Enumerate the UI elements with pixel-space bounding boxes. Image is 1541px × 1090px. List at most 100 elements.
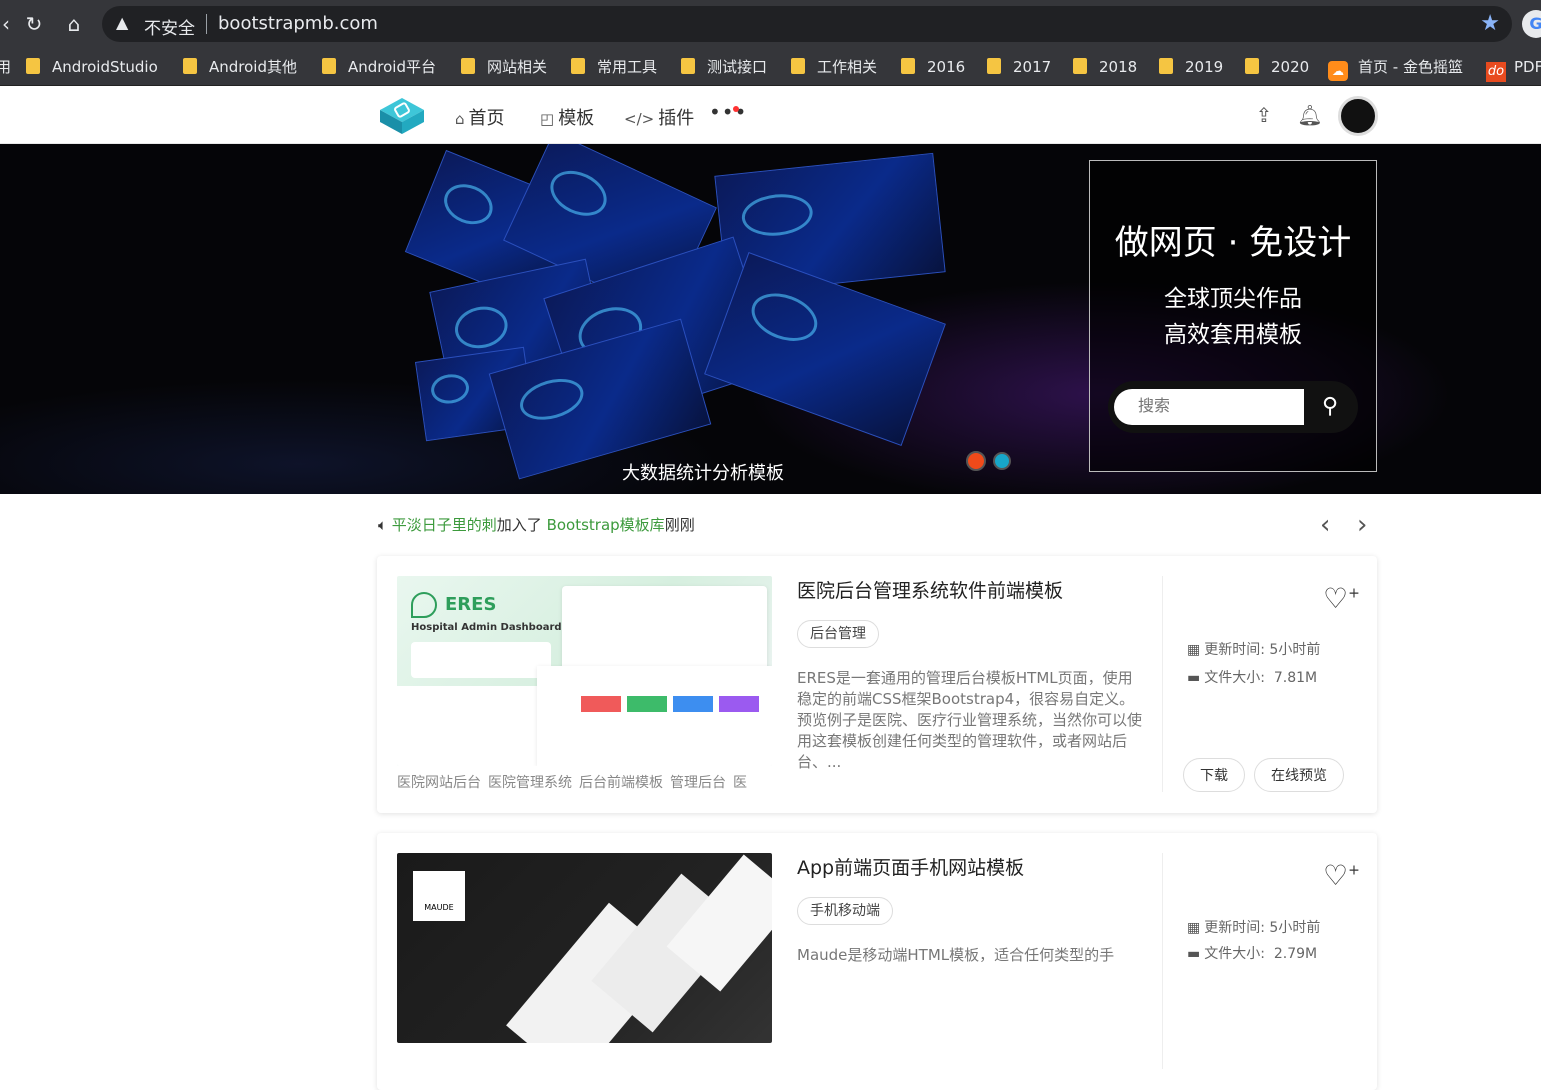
bookmark-label: 2018: [1099, 58, 1138, 76]
bookmark-folder-partial[interactable]: 用: [0, 56, 11, 78]
download-button[interactable]: 下载: [1183, 758, 1245, 792]
bell-icon[interactable]: 🔔︎: [1297, 102, 1323, 128]
nav-plugins[interactable]: </> 插件: [624, 104, 694, 130]
bookmark-link[interactable]: ☁ 首页 - 金色摇篮: [1328, 56, 1463, 81]
thumb-stat-red: [581, 696, 621, 712]
file-size: ▬ 文件大小: 7.81M: [1187, 667, 1317, 687]
folder-icon: [901, 58, 915, 74]
ticker-target[interactable]: Bootstrap模板库: [547, 516, 665, 534]
bookmark-folder[interactable]: 2019: [1159, 56, 1223, 78]
file-size: ▬ 文件大小: 2.79M: [1187, 943, 1317, 963]
thumb-panel: [562, 586, 767, 676]
code-icon: </>: [624, 110, 655, 128]
promo-line-2: 高效套用模板: [1164, 322, 1302, 348]
reload-icon[interactable]: ↻: [20, 10, 48, 38]
card-divider: [1162, 853, 1163, 1069]
nav-home[interactable]: ⌂ 首页: [455, 104, 505, 130]
bookmark-label: 2019: [1185, 58, 1224, 76]
nav-templates-label: 模板: [558, 108, 595, 129]
promo-title: 做网页 · 免设计: [1114, 223, 1352, 263]
carousel-dot-active[interactable]: [966, 451, 986, 471]
site-logo[interactable]: [378, 96, 426, 136]
update-label: 更新时间:: [1204, 642, 1265, 658]
thumb-panel: [537, 666, 772, 766]
carousel-dot[interactable]: [993, 452, 1011, 470]
thumb-brand: ERES: [445, 594, 497, 615]
folder-icon: [183, 58, 197, 74]
ticker-user[interactable]: 平淡日子里的刺: [392, 516, 497, 534]
folder-icon: [571, 58, 585, 74]
bookmark-star-icon[interactable]: ★: [1480, 11, 1500, 36]
chevron-right-icon[interactable]: ›: [1357, 510, 1367, 540]
bookmark-folder[interactable]: AndroidStudio: [26, 56, 158, 78]
home-icon[interactable]: ⌂: [60, 10, 88, 38]
tag-link[interactable]: 医院管理系统: [488, 775, 572, 791]
search-icon[interactable]: ⚲: [1314, 391, 1346, 423]
bookmark-folder[interactable]: Android其他: [183, 56, 297, 78]
template-title[interactable]: 医院后台管理系统软件前端模板: [797, 576, 1063, 603]
bookmark-folder[interactable]: 2018: [1073, 56, 1137, 78]
tag-link[interactable]: 医: [733, 775, 747, 791]
favorite-add-icon[interactable]: ♡+: [1323, 859, 1360, 892]
thumb-panel: [397, 686, 557, 766]
bookmark-folder[interactable]: 常用工具: [571, 56, 657, 78]
cloud-icon: ☁: [1328, 61, 1348, 81]
maude-logo-text: MAUDE: [424, 903, 454, 912]
search-input[interactable]: [1114, 389, 1304, 425]
bookmark-label: AndroidStudio: [52, 58, 158, 76]
bookmark-label: 常用工具: [597, 58, 658, 76]
tag-link[interactable]: 医院网站后台: [397, 775, 481, 791]
notification-dot: [733, 106, 739, 112]
tag-link[interactable]: 后台前端模板: [579, 775, 663, 791]
ticker-time: 刚刚: [664, 516, 695, 534]
nav-plugins-label: 插件: [658, 108, 695, 129]
chevron-left-icon[interactable]: ‹: [1320, 510, 1330, 540]
update-value: 5小时前: [1269, 920, 1321, 936]
user-avatar[interactable]: [1338, 96, 1378, 136]
nav-home-label: 首页: [468, 108, 505, 129]
hero-banner[interactable]: 大数据统计分析模板 做网页 · 免设计 全球顶尖作品 高效套用模板 ⚲: [0, 144, 1541, 494]
speaker-icon: 🔈︎: [378, 516, 392, 534]
category-badge[interactable]: 后台管理: [797, 620, 879, 648]
template-title[interactable]: App前端页面手机网站模板: [797, 853, 1024, 880]
more-menu-icon[interactable]: •••: [709, 100, 747, 124]
bookmark-label: 工作相关: [817, 58, 878, 76]
insecure-label[interactable]: 不安全: [144, 14, 195, 39]
bookmark-folder[interactable]: 工作相关: [791, 56, 877, 78]
bookmark-label: Android其他: [209, 58, 297, 76]
browser-toolbar: ‹ ↻ ⌂ ▲ 不安全 bootstrapmb.com ★ G: [0, 0, 1541, 48]
category-badge[interactable]: 手机移动端: [797, 897, 893, 925]
template-description: Maude是移动端HTML模板，适合任何类型的手: [797, 946, 1115, 964]
bookmark-folder[interactable]: 测试接口: [681, 56, 767, 78]
tag-link[interactable]: 管理后台: [670, 775, 726, 791]
bookmark-folder[interactable]: 2016: [901, 56, 965, 78]
bookmark-folder[interactable]: Android平台: [322, 56, 436, 78]
back-icon[interactable]: ‹: [0, 10, 20, 38]
maude-logo: MAUDE: [413, 871, 465, 921]
address-bar[interactable]: ▲ 不安全 bootstrapmb.com ★: [102, 6, 1512, 42]
size-value: 7.81M: [1273, 670, 1318, 686]
bookmark-label: Android平台: [348, 58, 436, 76]
template-thumbnail[interactable]: ERES Hospital Admin Dashboard: [397, 576, 772, 766]
update-label: 更新时间:: [1204, 920, 1265, 936]
profile-avatar[interactable]: G: [1522, 10, 1541, 38]
preview-button[interactable]: 在线预览: [1254, 758, 1344, 792]
size-label: 文件大小:: [1204, 670, 1265, 686]
favorite-add-icon[interactable]: ♡+: [1323, 582, 1360, 615]
upload-cloud-icon[interactable]: ⇪: [1251, 102, 1277, 128]
bookmark-folder[interactable]: 2017: [987, 56, 1051, 78]
bookmark-folder[interactable]: 2020: [1245, 56, 1309, 78]
url-text[interactable]: bootstrapmb.com: [218, 13, 378, 34]
bookmark-label: 测试接口: [707, 58, 768, 76]
bookmark-folder[interactable]: 网站相关: [461, 56, 547, 78]
activity-ticker: 🔈︎ 平淡日子里的刺加入了 Bootstrap模板库刚刚: [378, 514, 695, 535]
bookmark-label: 网站相关: [487, 58, 548, 76]
template-thumbnail[interactable]: MAUDE: [397, 853, 772, 1043]
folder-icon: [1073, 58, 1087, 74]
promo-subtitle: 全球顶尖作品 高效套用模板: [1090, 281, 1376, 353]
template-card: MAUDE App前端页面手机网站模板 手机移动端 Maude是移动端HTML模…: [377, 833, 1377, 1090]
update-time: ▦ 更新时间: 5小时前: [1187, 639, 1320, 659]
nav-templates[interactable]: ◰ 模板: [540, 104, 594, 130]
home-icon: ⌂: [455, 110, 465, 128]
bookmark-link[interactable]: do PDF: [1486, 56, 1541, 82]
